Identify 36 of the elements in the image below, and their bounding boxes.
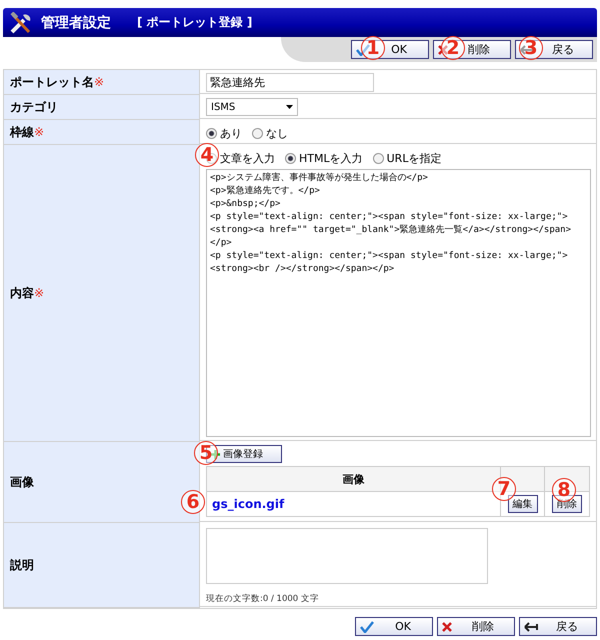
close-icon <box>438 44 448 54</box>
callout-number: 7 <box>492 477 516 501</box>
category-select[interactable]: ISMS <box>206 98 298 116</box>
ok-button[interactable]: OK <box>355 617 433 636</box>
field-label: 内容※ <box>4 145 200 442</box>
plus-icon <box>211 450 220 458</box>
delete-button[interactable]: 削除 <box>437 617 515 636</box>
callout-number: 3 <box>519 36 543 60</box>
close-icon <box>442 622 452 632</box>
callout-number: 6 <box>181 490 205 514</box>
check-icon <box>356 44 370 56</box>
field-label: ポートレット名※ <box>4 70 200 95</box>
tools-icon <box>9 12 33 34</box>
callout-number: 5 <box>194 441 218 465</box>
field-label: カテゴリ <box>4 95 200 120</box>
check-icon <box>360 620 374 632</box>
radio-option[interactable]: あり <box>206 126 242 141</box>
callout-number: 2 <box>441 36 465 60</box>
name-field[interactable]: 緊急連絡先 <box>206 73 374 92</box>
dropdown-caret-icon <box>286 105 293 109</box>
html-editor[interactable]: <p>システム障害、事件事故等が発生した場合の</p> <p>緊急連絡先です。</p> <p>&nbsp;</p> <p style="text-align: center;"><span style="font-size: xx-large;"> <strong><a href="" target="_blank">緊急連絡先一覧</a></strong></span> </p> <p style="text-align: center;"><span style="font-size: xx-large;"> <strong><br /></strong></span></p> <box>206 169 591 437</box>
callout-number: 1 <box>361 36 385 60</box>
field-label: 枠線※ <box>4 120 200 145</box>
edit-button[interactable]: 編集 <box>508 495 538 513</box>
radio-option[interactable]: URLを指定 <box>372 151 442 166</box>
page-title: 管理者設定 <box>41 14 111 32</box>
field-label: 説明 <box>4 523 200 608</box>
back-arrow-icon <box>524 622 538 632</box>
radio-option[interactable]: なし <box>252 126 288 141</box>
description-field[interactable] <box>206 528 488 584</box>
back-button[interactable]: 戻る <box>519 617 597 636</box>
callout-number: 4 <box>195 143 219 167</box>
page-subtitle: [ ポートレット登録 ] <box>137 14 252 31</box>
character-counter: 現在の文字数:0 / 1000 文字 <box>206 593 320 605</box>
radio-option[interactable]: HTMLを入力 <box>285 151 363 166</box>
image-file-link[interactable]: gs_icon.gif <box>207 497 284 511</box>
